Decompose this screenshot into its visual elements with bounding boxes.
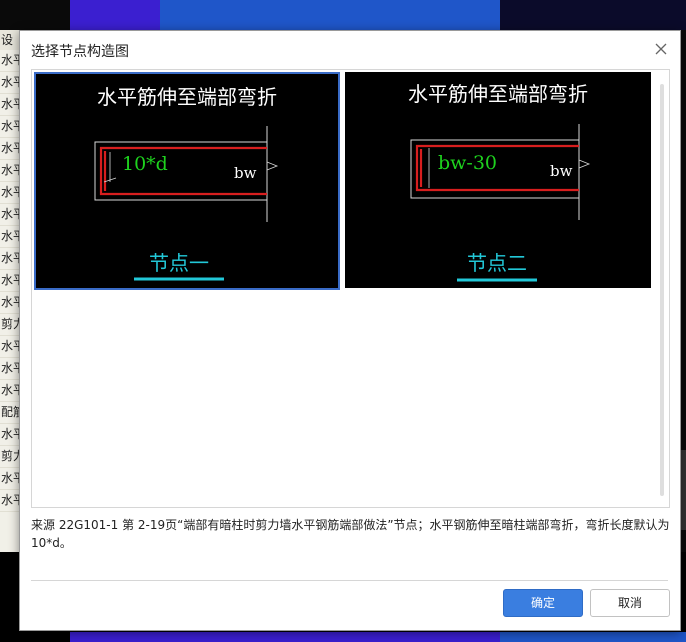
bw-label: bw: [550, 162, 573, 180]
background-toolbar: [0, 0, 686, 30]
node-gallery: 水平筋伸至端部弯折 10*d bw 节点一 水平筋伸至端部弯折 bw-30 bw…: [31, 69, 670, 508]
dialog-title: 选择节点构造图: [31, 44, 129, 60]
footer-divider: [31, 580, 668, 581]
cancel-button[interactable]: 取消: [590, 589, 670, 617]
background-ribbon-segment: [160, 0, 500, 30]
select-node-dialog: 选择节点构造图 水平筋伸至端部弯折 10*d bw 节点一 水平筋伸至端部弯折 …: [19, 30, 681, 631]
node-description: 来源 22G101-1 第 2-19页“端部有暗柱时剪力墙水平钢筋端部做法”节点…: [31, 518, 670, 550]
bw-arrow: [266, 161, 279, 171]
node-option-1[interactable]: 水平筋伸至端部弯折 10*d bw 节点一: [34, 72, 340, 290]
node-label: 节点二: [467, 251, 527, 275]
background-ribbon-segment: [500, 0, 686, 30]
close-icon[interactable]: [652, 40, 670, 58]
node-label: 节点一: [149, 251, 209, 275]
node-option-2[interactable]: 水平筋伸至端部弯折 bw-30 bw 节点二: [345, 72, 651, 288]
dialog-title-bar: 选择节点构造图: [20, 31, 680, 69]
background-status-segment: [500, 632, 686, 642]
ok-button[interactable]: 确定: [503, 589, 583, 617]
node-option-heading: 水平筋伸至端部弯折: [97, 85, 277, 109]
gallery-scrollbar[interactable]: [660, 84, 664, 496]
bw-arrow: [578, 159, 591, 169]
dim-label: 10*d: [122, 153, 168, 175]
background-status-segment: [70, 632, 500, 642]
background-ribbon-segment: [70, 0, 160, 30]
bw-label: bw: [234, 164, 257, 182]
node-option-heading: 水平筋伸至端部弯折: [408, 82, 588, 106]
dim-label: bw-30: [438, 152, 497, 174]
